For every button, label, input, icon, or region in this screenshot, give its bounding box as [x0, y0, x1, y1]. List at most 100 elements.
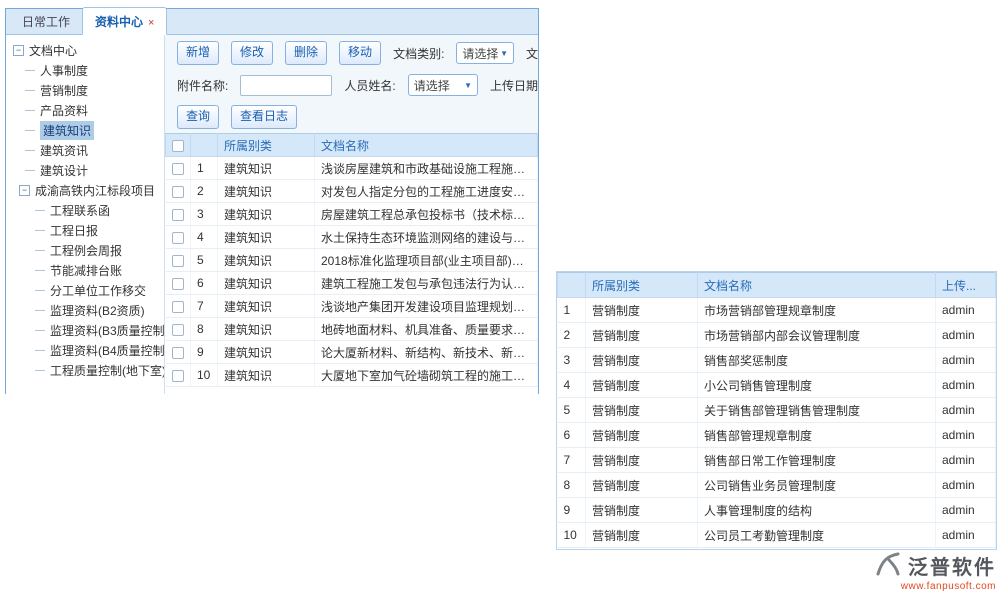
row-checkbox[interactable] [172, 255, 184, 267]
document-row[interactable]: 10建筑知识大厦地下室加气砼墙砌筑工程的施工方... [166, 364, 538, 387]
fanpu-logo-name: 泛普软件 [908, 551, 996, 580]
row-doc-name[interactable]: 大厦地下室加气砼墙砌筑工程的施工方... [315, 364, 538, 387]
row-category: 营销制度 [586, 498, 698, 523]
row-doc-name[interactable]: 对发包人指定分包的工程施工进度安排... [315, 180, 538, 203]
row-checkbox[interactable] [172, 209, 184, 221]
sidebar-item[interactable]: 监理资料(B3质量控制) [11, 320, 164, 340]
row-doc-name[interactable]: 2018标准化监理项目部(业主项目部)人员... [315, 249, 538, 272]
row-number: 7 [191, 295, 218, 318]
row-checkbox[interactable] [172, 301, 184, 313]
sidebar-item[interactable]: −文档中心 [11, 40, 164, 60]
sidebar-item[interactable]: 建筑资讯 [11, 140, 164, 160]
row-check-cell [166, 249, 191, 272]
document-row[interactable]: 9建筑知识论大厦新材料、新结构、新技术、新工... [166, 341, 538, 364]
row-checkbox[interactable] [172, 232, 184, 244]
sidebar-item[interactable]: 人事制度 [11, 60, 164, 80]
tree-connector-icon [35, 210, 45, 211]
document-row[interactable]: 7建筑知识浅谈地产集团开发建设项目监理规划编... [166, 295, 538, 318]
sidebar-item[interactable]: 分工单位工作移交 [11, 280, 164, 300]
doc-type-select[interactable]: 请选择 ▼ [456, 42, 514, 64]
row-doc-name[interactable]: 浅谈地产集团开发建设项目监理规划编... [315, 295, 538, 318]
header-category: 所属别类 [218, 134, 315, 157]
delete-button[interactable]: 删除 [285, 41, 327, 64]
marketing-row[interactable]: 8营销制度公司销售业务员管理制度admin [558, 473, 996, 498]
row-doc-name[interactable]: 公司销售业务员管理制度 [698, 473, 936, 498]
row-doc-name[interactable]: 市场营销部管理规章制度 [698, 298, 936, 323]
sidebar-item[interactable]: 工程联系函 [11, 200, 164, 220]
row-doc-name[interactable]: 销售部奖惩制度 [698, 348, 936, 373]
sidebar-item[interactable]: 建筑知识 [11, 120, 164, 140]
row-checkbox[interactable] [172, 370, 184, 382]
add-button[interactable]: 新增 [177, 41, 219, 64]
tab-bar: 日常工作 资料中心× [6, 9, 538, 35]
marketing-row[interactable]: 5营销制度关于销售部管理销售管理制度admin [558, 398, 996, 423]
marketing-row[interactable]: 6营销制度销售部管理规章制度admin [558, 423, 996, 448]
row-checkbox[interactable] [172, 347, 184, 359]
view-log-button[interactable]: 查看日志 [231, 105, 297, 128]
sidebar-item[interactable]: 工程例会周报 [11, 240, 164, 260]
row-doc-name[interactable]: 市场营销部内部会议管理制度 [698, 323, 936, 348]
row-category: 营销制度 [586, 298, 698, 323]
attachment-name-input[interactable] [240, 75, 332, 96]
document-row[interactable]: 3建筑知识房屋建筑工程总承包投标书（技术标）... [166, 203, 538, 226]
document-row[interactable]: 5建筑知识2018标准化监理项目部(业主项目部)人员... [166, 249, 538, 272]
sidebar-item[interactable]: 工程日报 [11, 220, 164, 240]
row-doc-name[interactable]: 论大厦新材料、新结构、新技术、新工... [315, 341, 538, 364]
marketing-row[interactable]: 10营销制度公司员工考勤管理制度admin [558, 523, 996, 548]
sidebar-item[interactable]: 营销制度 [11, 80, 164, 100]
tree-connector-icon [35, 270, 45, 271]
tab-data-center[interactable]: 资料中心× [82, 7, 167, 35]
row-checkbox[interactable] [172, 186, 184, 198]
sidebar-item[interactable]: 监理资料(B2资质) [11, 300, 164, 320]
collapse-icon[interactable]: − [19, 185, 30, 196]
row-doc-name[interactable]: 人事管理制度的结构 [698, 498, 936, 523]
row-number: 6 [191, 272, 218, 295]
row-doc-name[interactable]: 销售部管理规章制度 [698, 423, 936, 448]
row-doc-name[interactable]: 销售部日常工作管理制度 [698, 448, 936, 473]
row-doc-name[interactable]: 房屋建筑工程总承包投标书（技术标）... [315, 203, 538, 226]
sidebar-item[interactable]: 节能减排台账 [11, 260, 164, 280]
row-number: 10 [191, 364, 218, 387]
select-all-checkbox[interactable] [172, 140, 184, 152]
move-button[interactable]: 移动 [339, 41, 381, 64]
marketing-row[interactable]: 3营销制度销售部奖惩制度admin [558, 348, 996, 373]
row-doc-name[interactable]: 地砖地面材料、机具准备、质量要求及... [315, 318, 538, 341]
row-category: 建筑知识 [218, 226, 315, 249]
fanpu-logo-row: 泛普软件 [873, 551, 996, 580]
document-row[interactable]: 6建筑知识建筑工程施工发包与承包违法行为认定... [166, 272, 538, 295]
row-uploader: admin [936, 473, 996, 498]
marketing-row[interactable]: 4营销制度小公司销售管理制度admin [558, 373, 996, 398]
modify-button[interactable]: 修改 [231, 41, 273, 64]
document-row[interactable]: 4建筑知识水土保持生态环境监测网络的建设与资... [166, 226, 538, 249]
row-checkbox[interactable] [172, 163, 184, 175]
document-row[interactable]: 2建筑知识对发包人指定分包的工程施工进度安排... [166, 180, 538, 203]
person-select[interactable]: 请选择 ▼ [408, 74, 478, 96]
sidebar-item[interactable]: −成渝高铁内江标段项目 [11, 180, 164, 200]
tree-connector-icon [25, 150, 35, 151]
row-doc-name[interactable]: 关于销售部管理销售管理制度 [698, 398, 936, 423]
row-checkbox[interactable] [172, 278, 184, 290]
chevron-down-icon: ▼ [500, 49, 508, 58]
tab-daily-work[interactable]: 日常工作 [10, 8, 82, 34]
marketing-row[interactable]: 1营销制度市场营销部管理规章制度admin [558, 298, 996, 323]
row-doc-name[interactable]: 小公司销售管理制度 [698, 373, 936, 398]
query-button[interactable]: 查询 [177, 105, 219, 128]
collapse-icon[interactable]: − [13, 45, 24, 56]
marketing-row[interactable]: 7营销制度销售部日常工作管理制度admin [558, 448, 996, 473]
row-doc-name[interactable]: 建筑工程施工发包与承包违法行为认定... [315, 272, 538, 295]
tree-connector-icon [35, 310, 45, 311]
sidebar-item[interactable]: 工程质量控制(地下室) [11, 360, 164, 380]
sidebar-item[interactable]: 产品资料 [11, 100, 164, 120]
sidebar-item[interactable]: 建筑设计 [11, 160, 164, 180]
row-doc-name[interactable]: 水土保持生态环境监测网络的建设与资... [315, 226, 538, 249]
row-category: 营销制度 [586, 423, 698, 448]
document-row[interactable]: 8建筑知识地砖地面材料、机具准备、质量要求及... [166, 318, 538, 341]
marketing-row[interactable]: 2营销制度市场营销部内部会议管理制度admin [558, 323, 996, 348]
row-doc-name[interactable]: 公司员工考勤管理制度 [698, 523, 936, 548]
row-checkbox[interactable] [172, 324, 184, 336]
marketing-row[interactable]: 9营销制度人事管理制度的结构admin [558, 498, 996, 523]
row-doc-name[interactable]: 浅谈房屋建筑和市政基础设施工程施工... [315, 157, 538, 180]
sidebar-item[interactable]: 监理资料(B4质量控制) [11, 340, 164, 360]
document-row[interactable]: 1建筑知识浅谈房屋建筑和市政基础设施工程施工... [166, 157, 538, 180]
close-icon[interactable]: × [148, 17, 154, 29]
